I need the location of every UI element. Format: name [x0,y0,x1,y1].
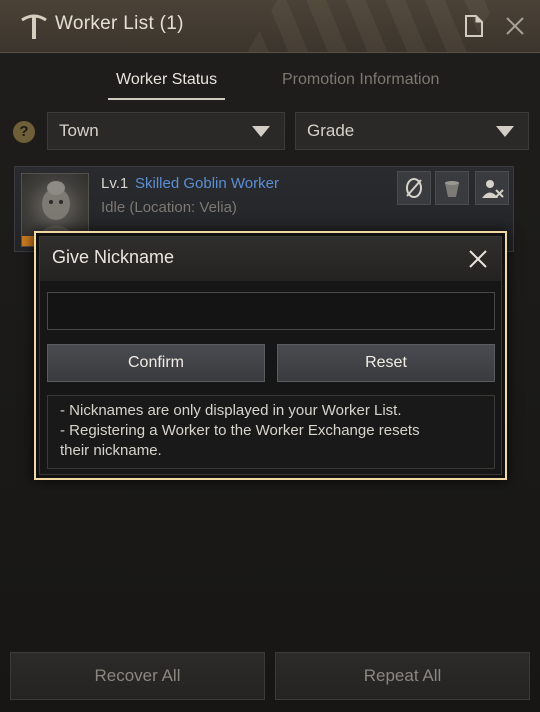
hide-worker-button[interactable] [397,171,431,205]
eye-slash-icon [406,178,422,198]
town-dropdown[interactable]: Town [47,112,285,150]
close-icon[interactable] [503,14,527,38]
nickname-input[interactable] [47,292,495,330]
help-icon[interactable]: ? [13,121,35,143]
note-line: their nickname. [60,442,162,459]
fire-worker-button[interactable] [475,171,509,205]
recover-all-button[interactable]: Recover All [10,652,265,700]
dialog-title: Give Nickname [52,247,175,267]
window-title: Worker List (1) [55,13,184,34]
chevron-down-icon [252,126,270,137]
remove-user-icon [482,180,504,198]
worker-list-window: Worker List (1) Worker Status Promotion … [0,0,540,712]
repeat-all-button[interactable]: Repeat All [275,652,530,700]
reset-button[interactable]: Reset [277,344,495,382]
cup-icon [445,181,459,197]
dialog-header: Give Nickname [40,237,501,281]
nickname-notes: - Nicknames are only displayed in your W… [47,395,495,469]
feed-worker-button[interactable] [435,171,469,205]
confirm-button[interactable]: Confirm [47,344,265,382]
goblin-portrait-icon [36,181,76,238]
grade-dropdown-label: Grade [307,121,355,140]
worker-level: Lv.1 [101,175,129,192]
document-icon[interactable] [463,14,485,38]
pickaxe-icon [21,14,47,39]
note-line: - Registering a Worker to the Worker Exc… [60,422,420,439]
dialog-body: Give Nickname Confirm Reset - Nicknames … [39,236,502,475]
town-dropdown-label: Town [59,121,99,140]
grade-dropdown[interactable]: Grade [295,112,529,150]
tab-promotion-information[interactable]: Promotion Information [282,70,439,100]
worker-status: Idle (Location: Velia) [101,199,237,216]
tab-worker-status[interactable]: Worker Status [107,70,226,100]
note-line: - Nicknames are only displayed in your W… [60,402,402,419]
give-nickname-dialog: Give Nickname Confirm Reset - Nicknames … [34,231,507,480]
close-icon[interactable] [467,248,489,270]
title-bar[interactable]: Worker List (1) [0,0,540,53]
worker-name[interactable]: Skilled Goblin Worker [135,175,279,192]
chevron-down-icon [496,126,514,137]
